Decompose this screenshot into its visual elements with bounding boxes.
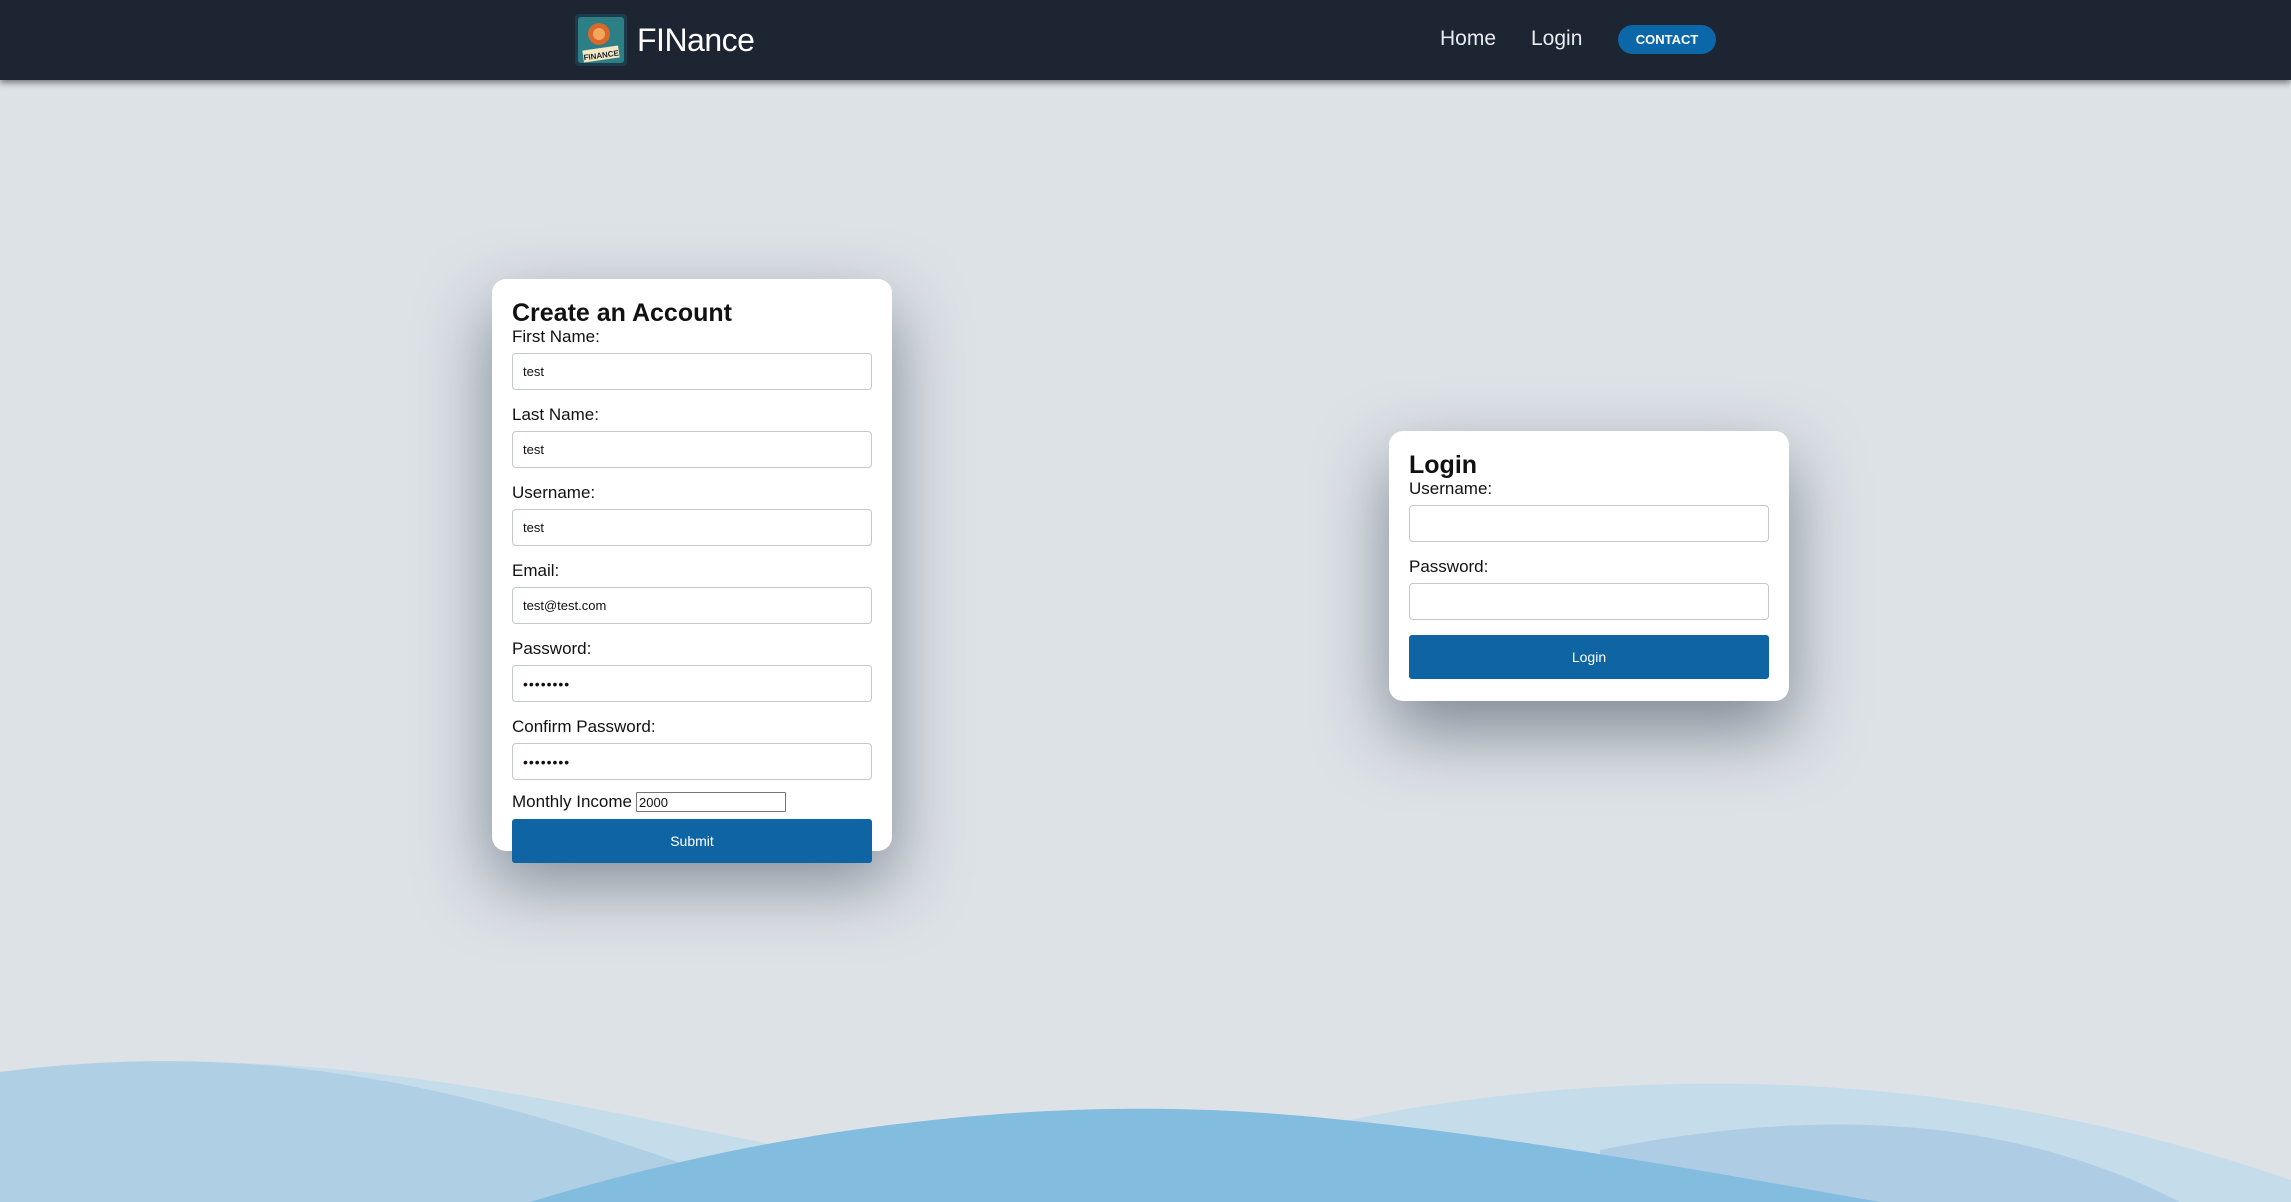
login-username-input[interactable] xyxy=(1409,505,1769,542)
confirm-password-input[interactable] xyxy=(512,743,872,780)
login-button[interactable]: Login xyxy=(1409,635,1769,679)
login-card: Login Username: Password: Login xyxy=(1389,431,1789,701)
login-password-label: Password: xyxy=(1409,557,1489,576)
first-name-input[interactable] xyxy=(512,353,872,390)
password-input[interactable] xyxy=(512,665,872,702)
login-username-label: Username: xyxy=(1409,479,1493,498)
username-label: Username: xyxy=(512,483,596,502)
top-navbar: FINANCE FINance Home Login CONTACT xyxy=(0,0,2291,80)
submit-button[interactable]: Submit xyxy=(512,819,872,863)
create-account-title: Create an Account xyxy=(512,299,732,327)
login-title: Login xyxy=(1409,451,1478,479)
monthly-income-label: Monthly Income xyxy=(512,792,632,811)
nav-login-link[interactable]: Login xyxy=(1531,27,1582,51)
first-name-label: First Name: xyxy=(512,327,600,346)
contact-button[interactable]: CONTACT xyxy=(1618,25,1716,54)
monthly-income-input[interactable] xyxy=(636,792,786,812)
monthly-income-row: Monthly Income xyxy=(512,792,872,812)
decorative-waves xyxy=(0,1061,2291,1202)
last-name-input[interactable] xyxy=(512,431,872,468)
email-input[interactable] xyxy=(512,587,872,624)
login-password-input[interactable] xyxy=(1409,583,1769,620)
confirm-password-label: Confirm Password: xyxy=(512,717,656,736)
last-name-label: Last Name: xyxy=(512,405,599,424)
nav-home-link[interactable]: Home xyxy=(1440,27,1496,51)
email-label: Email: xyxy=(512,561,560,580)
brand-name: FINance xyxy=(637,21,755,58)
password-label: Password: xyxy=(512,639,592,658)
finance-logo-icon: FINANCE xyxy=(575,14,627,66)
username-input[interactable] xyxy=(512,509,872,546)
create-account-card: Create an Account First Name: Last Name:… xyxy=(492,279,892,863)
brand[interactable]: FINANCE FINance xyxy=(575,14,755,66)
